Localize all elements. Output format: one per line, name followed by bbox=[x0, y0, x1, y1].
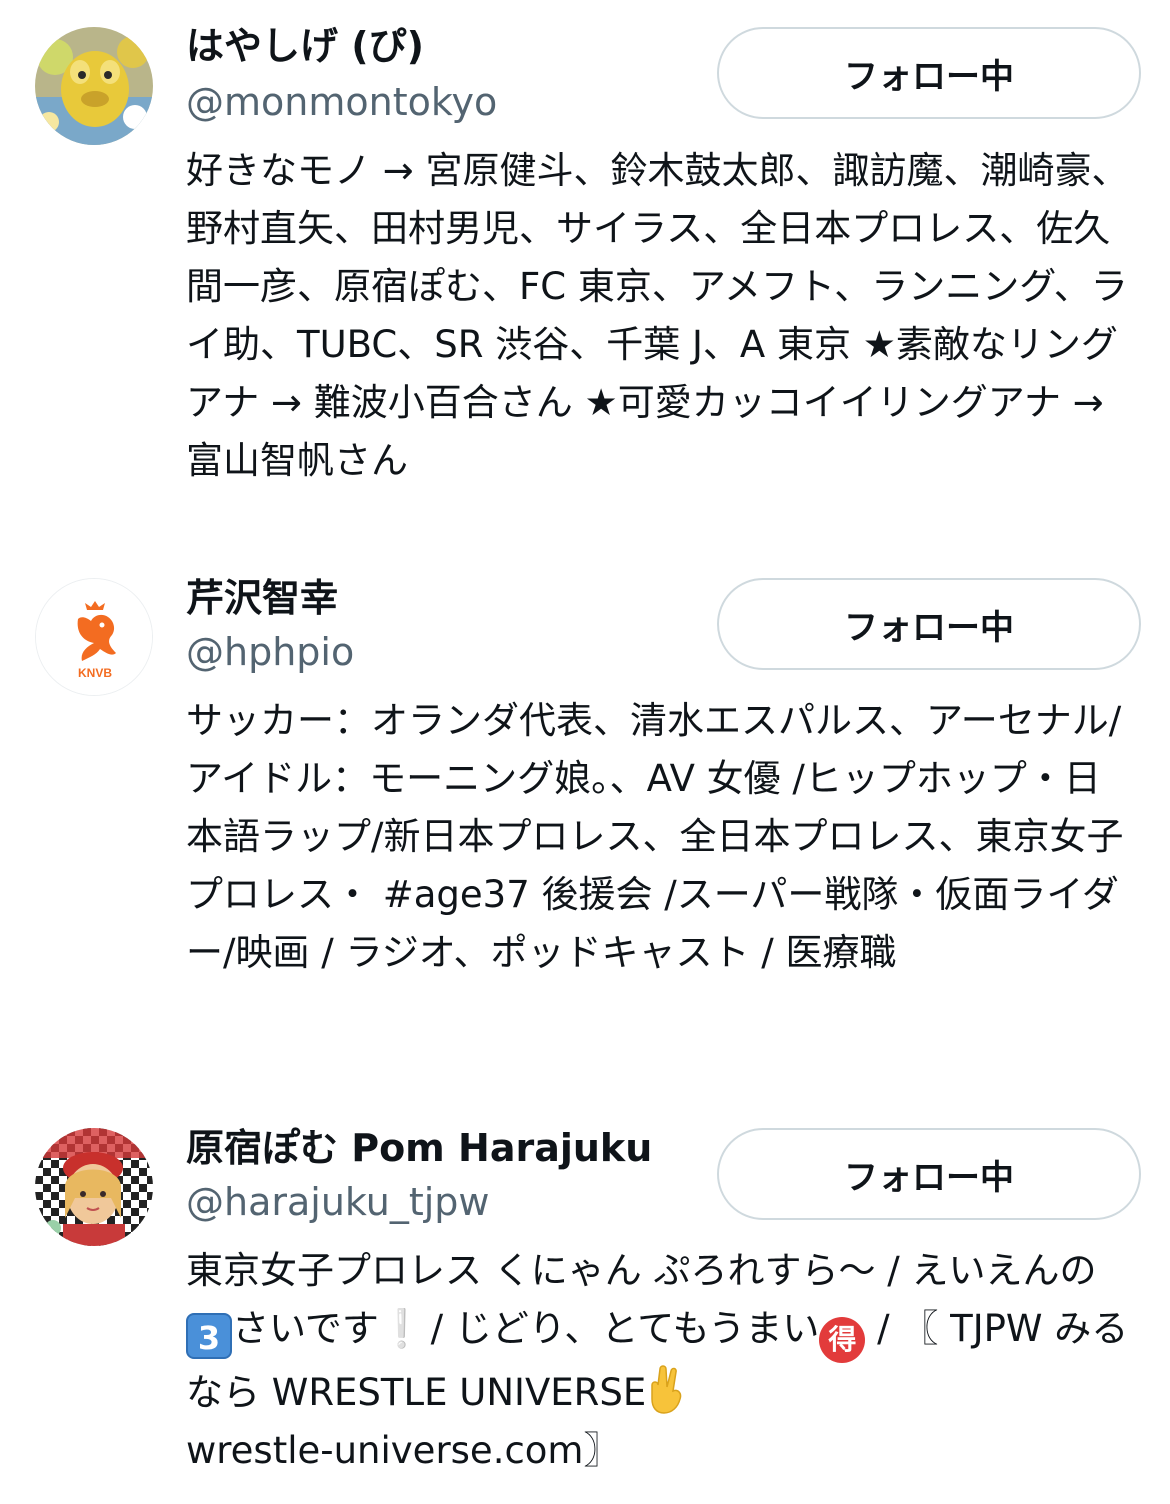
user-bio: 東京女子プロレス くにゃん ぷろれすら〜 / えいえんの 3 さいです❕ / じどり… bbox=[186, 1242, 1136, 1480]
user-bio: 好きなモノ → 宮原健斗、鈴木鼓太郎、諏訪魔、潮崎豪、野村直矢、田村男児、サイラ… bbox=[186, 149, 1129, 482]
display-name[interactable]: 原宿ぽむ Pom Harajuku bbox=[186, 1124, 652, 1172]
bio-link[interactable]: wrestle-universe.com〗 bbox=[186, 1429, 620, 1472]
knvb-label: KNVB bbox=[78, 666, 112, 680]
bio-text: さいです bbox=[232, 1307, 379, 1350]
user-handle[interactable]: @harajuku_tjpw bbox=[186, 1178, 490, 1226]
user-handle[interactable]: @hphpio bbox=[186, 628, 354, 676]
following-button[interactable]: フォロー中 bbox=[717, 27, 1141, 119]
user-handle[interactable]: @monmontokyo bbox=[186, 78, 497, 126]
knvb-lion-crest-icon[interactable]: KNVB bbox=[35, 578, 153, 696]
bio-text: / じどり、とてもうまい bbox=[418, 1307, 820, 1350]
following-button[interactable]: フォロー中 bbox=[717, 1128, 1141, 1220]
display-name[interactable]: はやしげ (ぴ) bbox=[186, 22, 424, 70]
bio-text: 東京女子プロレス くにゃん ぷろれすら〜 / えいえんの bbox=[186, 1249, 1097, 1292]
pom-portrait-avatar-icon[interactable] bbox=[35, 1128, 153, 1246]
keycap-three-emoji-icon: 3 bbox=[186, 1313, 232, 1359]
bargain-emoji-icon: 得 bbox=[819, 1317, 866, 1363]
following-button[interactable]: フォロー中 bbox=[717, 578, 1141, 670]
plush-toy-avatar-icon[interactable] bbox=[35, 27, 153, 145]
display-name[interactable]: 芹沢智幸 bbox=[186, 574, 338, 622]
crossed-fingers-emoji-icon bbox=[646, 1363, 686, 1415]
user-bio: サッカー：オランダ代表、清水エスパルス、アーセナル/アイドル：モーニング娘。、A… bbox=[186, 699, 1124, 974]
exclamation-emoji-icon: ❕ bbox=[378, 1307, 425, 1350]
